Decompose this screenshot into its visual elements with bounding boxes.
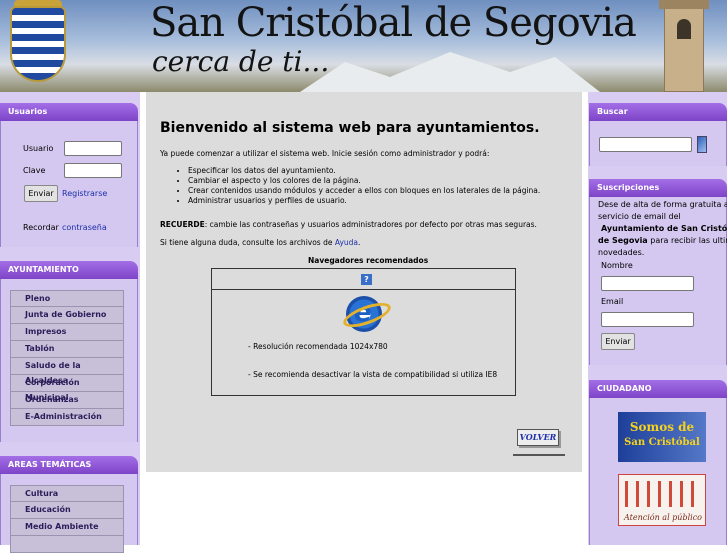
intro-text: Ya puede comenzar a utilizar el sistema … xyxy=(160,149,490,158)
resolution-note: - Resolución recomendada 1024x780 xyxy=(248,342,388,351)
menu-item-corporacion-municipal[interactable]: Corporación Municipal xyxy=(10,375,124,402)
menu-item-cultura[interactable]: Cultura xyxy=(10,485,124,502)
help-text-body: Si tiene alguna duda, consulte los archi… xyxy=(160,238,335,247)
internet-explorer-icon[interactable]: e xyxy=(346,296,382,332)
usuarios-heading: Usuarios xyxy=(0,103,138,121)
usuario-input[interactable] xyxy=(64,141,122,156)
help-text: Si tiene alguna duda, consulte los archi… xyxy=(160,238,360,247)
suscripciones-line4-rest: para recibir las ultimas xyxy=(650,236,727,245)
ayuda-link[interactable]: Ayuda xyxy=(335,238,358,247)
registrarse-link[interactable]: Registrarse xyxy=(62,189,107,198)
church-tower-image xyxy=(659,0,709,92)
atencion-label: Atención al público xyxy=(624,513,702,522)
somos-de-san-cristobal-banner[interactable]: Somos de San Cristóbal xyxy=(618,412,706,462)
volver-button[interactable]: VOLVER xyxy=(517,429,559,446)
somos-line2: San Cristóbal xyxy=(624,437,700,448)
subscribe-enviar-button[interactable]: Enviar xyxy=(601,333,635,350)
menu-item-impresos[interactable]: Impresos xyxy=(10,324,124,341)
recordar-label: Recordar xyxy=(23,223,59,232)
ayuntamiento-heading: AYUNTAMIENTO xyxy=(0,261,138,279)
suscripciones-line5: novedades. xyxy=(598,248,645,257)
menu-item-junta-de-gobierno[interactable]: Junta de Gobierno xyxy=(10,307,124,324)
areas-heading: AREAS TEMÁTICAS xyxy=(0,456,138,474)
menu-item-ordenanzas[interactable]: Ordenanzas xyxy=(10,392,124,409)
site-title: San Cristóbal de Segovia xyxy=(150,0,637,46)
suscripciones-line3: Ayuntamiento de San Cristóbal xyxy=(601,224,727,233)
site-header: San Cristóbal de Segovia cerca de ti... xyxy=(0,0,727,92)
browsers-header-row: ? xyxy=(212,269,515,290)
help-icon[interactable]: ? xyxy=(361,274,372,285)
compatibility-note: - Se recomienda desactivar la vista de c… xyxy=(248,370,498,379)
clave-label: Clave xyxy=(23,166,46,175)
menu-item-saludo-alcaldesa[interactable]: Saludo de la Alcaldesa xyxy=(10,358,124,385)
ayuntamiento-menu: Pleno Junta de Gobierno Impresos Tablón … xyxy=(10,290,124,426)
menu-item-medio-ambiente[interactable]: Medio Ambiente xyxy=(10,519,124,536)
usuario-label: Usuario xyxy=(23,144,54,153)
features-list: Especificar los datos del ayuntamiento. … xyxy=(176,166,540,206)
areas-menu: Cultura Educación Medio Ambiente xyxy=(10,485,124,553)
list-item: Especificar los datos del ayuntamiento. xyxy=(188,166,540,176)
suscripciones-line4: de Segovia para recibir las ultimas xyxy=(598,236,727,245)
help-text-end: . xyxy=(358,238,361,247)
suscripciones-heading: Suscripciones xyxy=(589,179,727,197)
header-mountains xyxy=(300,52,600,92)
atencion-al-publico-banner[interactable]: Atención al público xyxy=(618,474,706,526)
coat-of-arms-logo[interactable] xyxy=(10,6,66,82)
search-input[interactable] xyxy=(599,137,692,152)
browsers-table: ? e - Resolución recomendada 1024x780 - … xyxy=(211,268,516,396)
search-icon[interactable] xyxy=(697,136,707,153)
suscripciones-line2: servicio de email del xyxy=(598,212,681,221)
recuerde-label: RECUERDE xyxy=(160,220,205,229)
recordar-contrasena-link[interactable]: contraseña xyxy=(62,223,107,232)
recuerde-body: : cambie las contraseñas y usuarios admi… xyxy=(204,220,537,229)
menu-item-pleno[interactable]: Pleno xyxy=(10,290,124,307)
recuerde-text: RECUERDE: cambie las contraseñas y usuar… xyxy=(160,220,537,229)
list-item: Administrar usuarios y perfiles de usuar… xyxy=(188,196,540,206)
buscar-heading: Buscar xyxy=(589,103,727,121)
nombre-label: Nombre xyxy=(601,261,633,270)
email-input[interactable] xyxy=(601,312,694,327)
site-subtitle: cerca de ti... xyxy=(152,45,330,78)
login-enviar-button[interactable]: Enviar xyxy=(24,185,58,202)
welcome-title: Bienvenido al sistema web para ayuntamie… xyxy=(160,120,540,136)
menu-item-e-administracion[interactable]: E-Administración xyxy=(10,409,124,426)
browsers-title: Navegadores recomendados xyxy=(308,256,429,265)
suscripciones-line1: Dese de alta de forma gratuita al xyxy=(598,200,727,209)
people-figures-image xyxy=(625,481,701,507)
suscripciones-line4-bold: de Segovia xyxy=(598,236,648,245)
list-item: Cambiar el aspecto y los colores de la p… xyxy=(188,176,540,186)
ciudadano-heading: CIUDADANO xyxy=(589,380,727,398)
email-label: Email xyxy=(601,297,624,306)
divider xyxy=(513,454,565,456)
nombre-input[interactable] xyxy=(601,276,694,291)
list-item: Crear contenidos usando módulos y accede… xyxy=(188,186,540,196)
menu-item-educacion[interactable]: Educación xyxy=(10,502,124,519)
somos-line1: Somos de xyxy=(629,420,695,434)
menu-item-tablon[interactable]: Tablón xyxy=(10,341,124,358)
clave-input[interactable] xyxy=(64,163,122,178)
